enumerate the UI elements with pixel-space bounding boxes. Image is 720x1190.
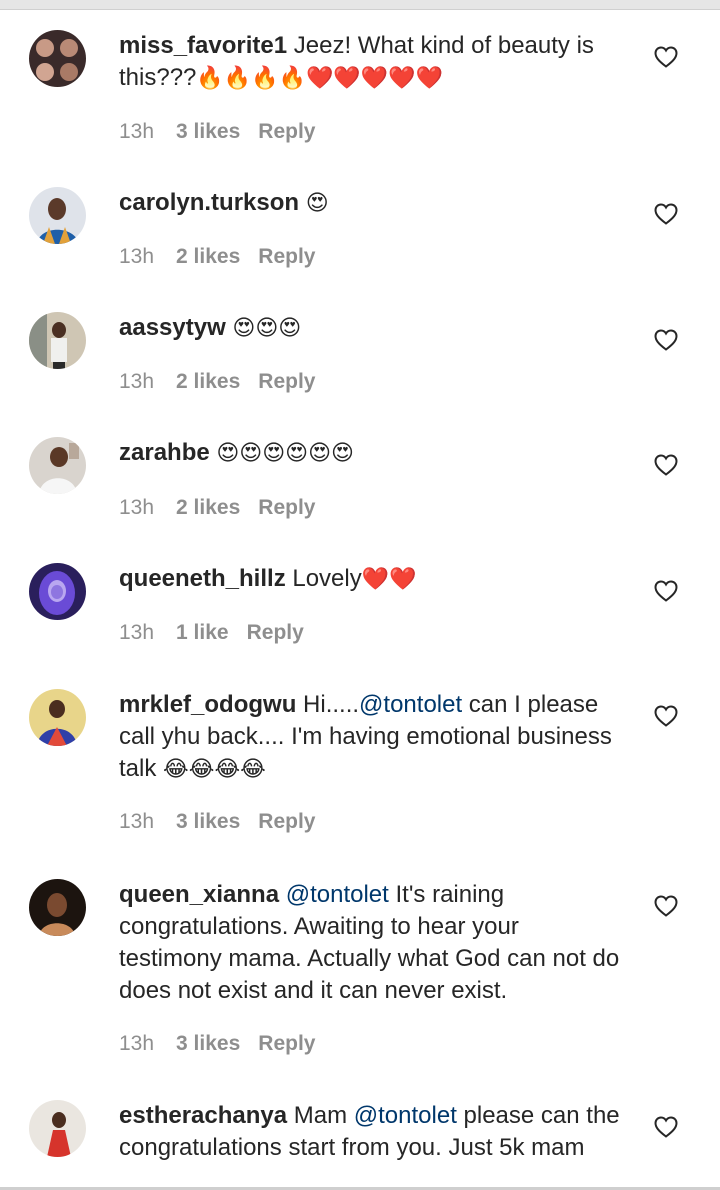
- avatar[interactable]: [29, 563, 86, 620]
- reply-button[interactable]: Reply: [258, 1031, 315, 1057]
- comment-emoji: 😍: [305, 191, 329, 216]
- reply-button[interactable]: Reply: [258, 809, 315, 835]
- likes-count[interactable]: 3 likes: [176, 1031, 240, 1057]
- comment-username[interactable]: mrklef_odogwu: [119, 691, 296, 718]
- likes-count[interactable]: 3 likes: [176, 809, 240, 835]
- comment-username[interactable]: queen_xianna: [119, 881, 279, 908]
- likes-count[interactable]: 3 likes: [176, 119, 240, 145]
- likes-count[interactable]: 2 likes: [176, 369, 240, 395]
- reply-button[interactable]: Reply: [258, 369, 315, 395]
- comment-username[interactable]: estherachanya: [119, 1102, 287, 1129]
- comment-username[interactable]: miss_favorite1: [119, 32, 287, 59]
- mention-link[interactable]: @tontolet: [354, 1102, 457, 1129]
- comment-username[interactable]: zarahbe: [119, 439, 210, 466]
- heart-outline-icon[interactable]: [654, 1116, 678, 1138]
- comment-text-prefix: Hi.....: [303, 691, 360, 718]
- reply-button[interactable]: Reply: [258, 244, 315, 270]
- comment-emoji: 😍😍😍😍😍😍: [216, 441, 354, 466]
- reply-button[interactable]: Reply: [258, 119, 315, 145]
- comment-username[interactable]: queeneth_hillz: [119, 565, 286, 592]
- heart-outline-icon[interactable]: [654, 705, 678, 727]
- avatar[interactable]: [29, 312, 86, 369]
- likes-count[interactable]: 1 like: [176, 620, 229, 646]
- comment-time: 13h: [119, 496, 155, 519]
- avatar[interactable]: [29, 30, 86, 87]
- comment-emoji: 🔥🔥🔥🔥❤️❤️❤️❤️❤️: [196, 66, 443, 91]
- comment-emoji: ❤️❤️: [361, 567, 417, 592]
- comment-time: 13h: [119, 245, 155, 268]
- comment-time: 13h: [119, 1032, 155, 1055]
- avatar[interactable]: [29, 437, 86, 494]
- heart-outline-icon[interactable]: [654, 454, 678, 476]
- reply-button[interactable]: Reply: [258, 495, 315, 521]
- comment-username[interactable]: carolyn.turkson: [119, 189, 299, 216]
- heart-outline-icon[interactable]: [654, 46, 678, 68]
- heart-outline-icon[interactable]: [654, 580, 678, 602]
- comment-time: 13h: [119, 370, 155, 393]
- avatar[interactable]: [29, 187, 86, 244]
- comment-text-prefix: Mam: [293, 1102, 354, 1129]
- comment-text: Lovely: [292, 565, 362, 592]
- comment-emoji: 😂😂😂😂: [163, 757, 266, 782]
- avatar[interactable]: [29, 879, 86, 936]
- mention-link[interactable]: @tontolet: [286, 881, 389, 908]
- heart-outline-icon[interactable]: [654, 895, 678, 917]
- comment-time: 13h: [119, 621, 155, 644]
- top-divider: [0, 0, 720, 10]
- likes-count[interactable]: 2 likes: [176, 495, 240, 521]
- heart-outline-icon[interactable]: [654, 203, 678, 225]
- avatar[interactable]: [29, 1100, 86, 1157]
- comment-time: 13h: [119, 810, 155, 833]
- comment-emoji: 😍😍😍: [232, 316, 302, 341]
- comment-time: 13h: [119, 120, 155, 143]
- reply-button[interactable]: Reply: [247, 620, 304, 646]
- mention-link[interactable]: @tontolet: [359, 691, 462, 718]
- avatar[interactable]: [29, 689, 86, 746]
- likes-count[interactable]: 2 likes: [176, 244, 240, 270]
- comment-username[interactable]: aassytyw: [119, 314, 226, 341]
- heart-outline-icon[interactable]: [654, 329, 678, 351]
